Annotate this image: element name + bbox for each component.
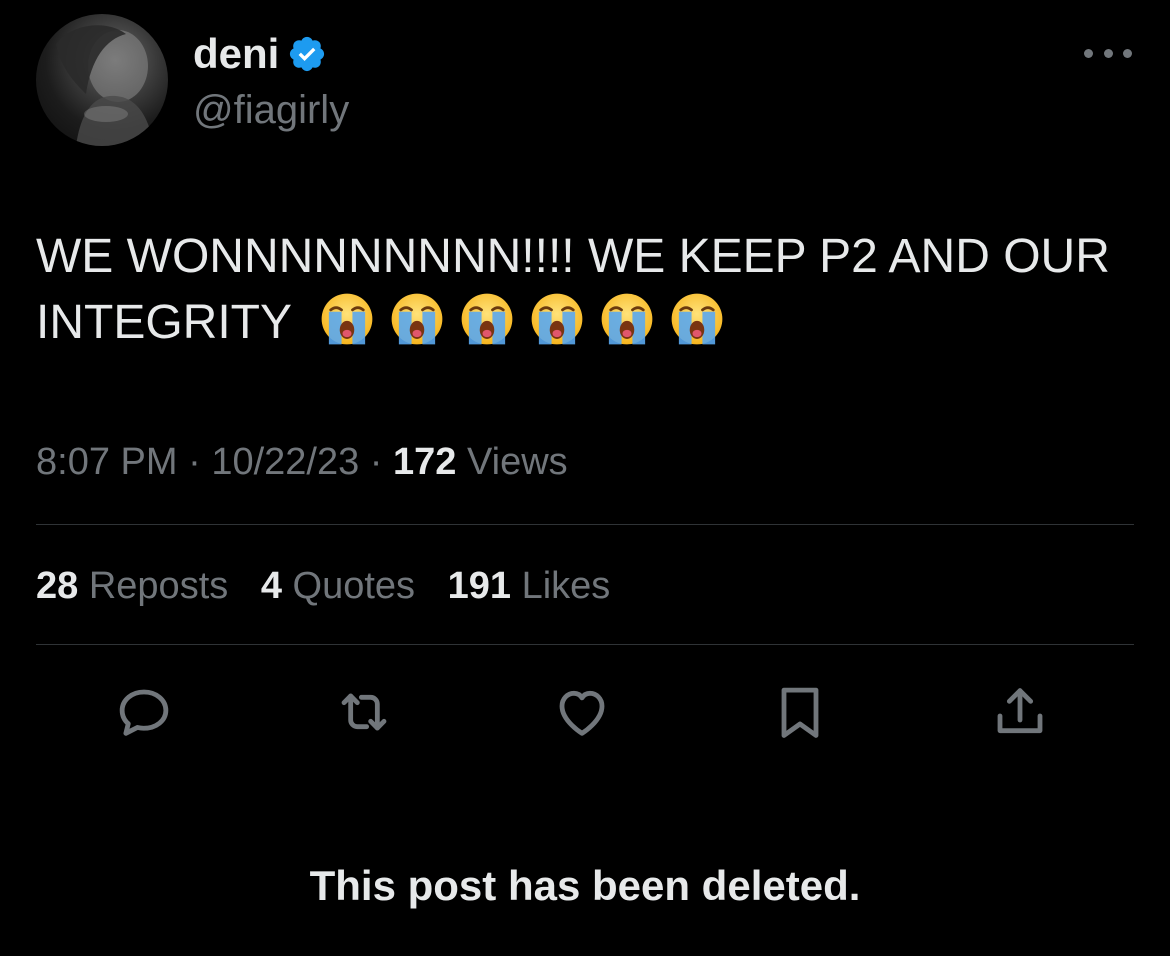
like-button[interactable] — [550, 680, 614, 744]
more-dot — [1123, 48, 1132, 58]
loudly-crying-face-icon — [388, 290, 446, 348]
reply-button[interactable] — [112, 680, 176, 744]
bookmark-icon — [781, 687, 819, 738]
loudly-crying-face-icon — [598, 290, 656, 348]
quotes-label: Quotes — [292, 565, 416, 607]
verified-badge-icon[interactable] — [287, 34, 327, 74]
avatar-image — [56, 25, 154, 146]
deleted-notice: This post has been deleted. — [309, 862, 861, 909]
likes-stat[interactable]: 191 Likes — [448, 565, 611, 607]
quotes-stat[interactable]: 4 Quotes — [261, 565, 415, 607]
repost-icon — [341, 693, 387, 731]
display-name-text[interactable]: deni — [193, 28, 279, 80]
more-dot — [1084, 48, 1093, 58]
divider — [36, 644, 1134, 645]
meta-separator: · — [188, 441, 201, 483]
reposts-stat[interactable]: 28 Reposts — [36, 565, 228, 607]
reply-icon — [119, 689, 169, 736]
loudly-crying-face-icon — [458, 290, 516, 348]
loudly-crying-face-icon — [668, 290, 726, 348]
emoji-row — [318, 290, 726, 348]
loudly-crying-face-icon — [528, 290, 586, 348]
more-options-icon[interactable] — [1084, 38, 1132, 68]
post-time[interactable]: 8:07 PM — [36, 441, 178, 483]
views-count: 172 — [393, 441, 457, 483]
post-text: WE WONNNNNNNNN!!!! WE KEEP P2 AND OUR IN… — [36, 224, 1136, 356]
quotes-count: 4 — [260, 565, 282, 607]
views-label: Views — [466, 441, 568, 483]
likes-count: 191 — [447, 565, 512, 607]
likes-label: Likes — [521, 565, 611, 607]
divider — [36, 524, 1134, 525]
meta-separator: · — [369, 441, 383, 483]
handle[interactable]: @fiagirly — [193, 86, 349, 134]
repost-button[interactable] — [332, 680, 396, 744]
more-dot — [1103, 48, 1113, 58]
share-button[interactable] — [988, 680, 1052, 744]
post-meta: 8:07 PM · 10/22/23 · 172 Views — [36, 438, 568, 486]
bookmark-button[interactable] — [768, 680, 832, 744]
share-icon — [997, 688, 1043, 734]
engagement-stats: 28 Reposts 4 Quotes 191 Likes — [36, 562, 632, 610]
avatar[interactable] — [36, 14, 168, 146]
like-icon — [559, 690, 605, 736]
reposts-label: Reposts — [88, 565, 229, 607]
loudly-crying-face-icon — [318, 290, 376, 348]
display-name[interactable]: deni — [193, 28, 327, 80]
post-date[interactable]: 10/22/23 — [211, 441, 359, 483]
reposts-count: 28 — [36, 565, 79, 607]
